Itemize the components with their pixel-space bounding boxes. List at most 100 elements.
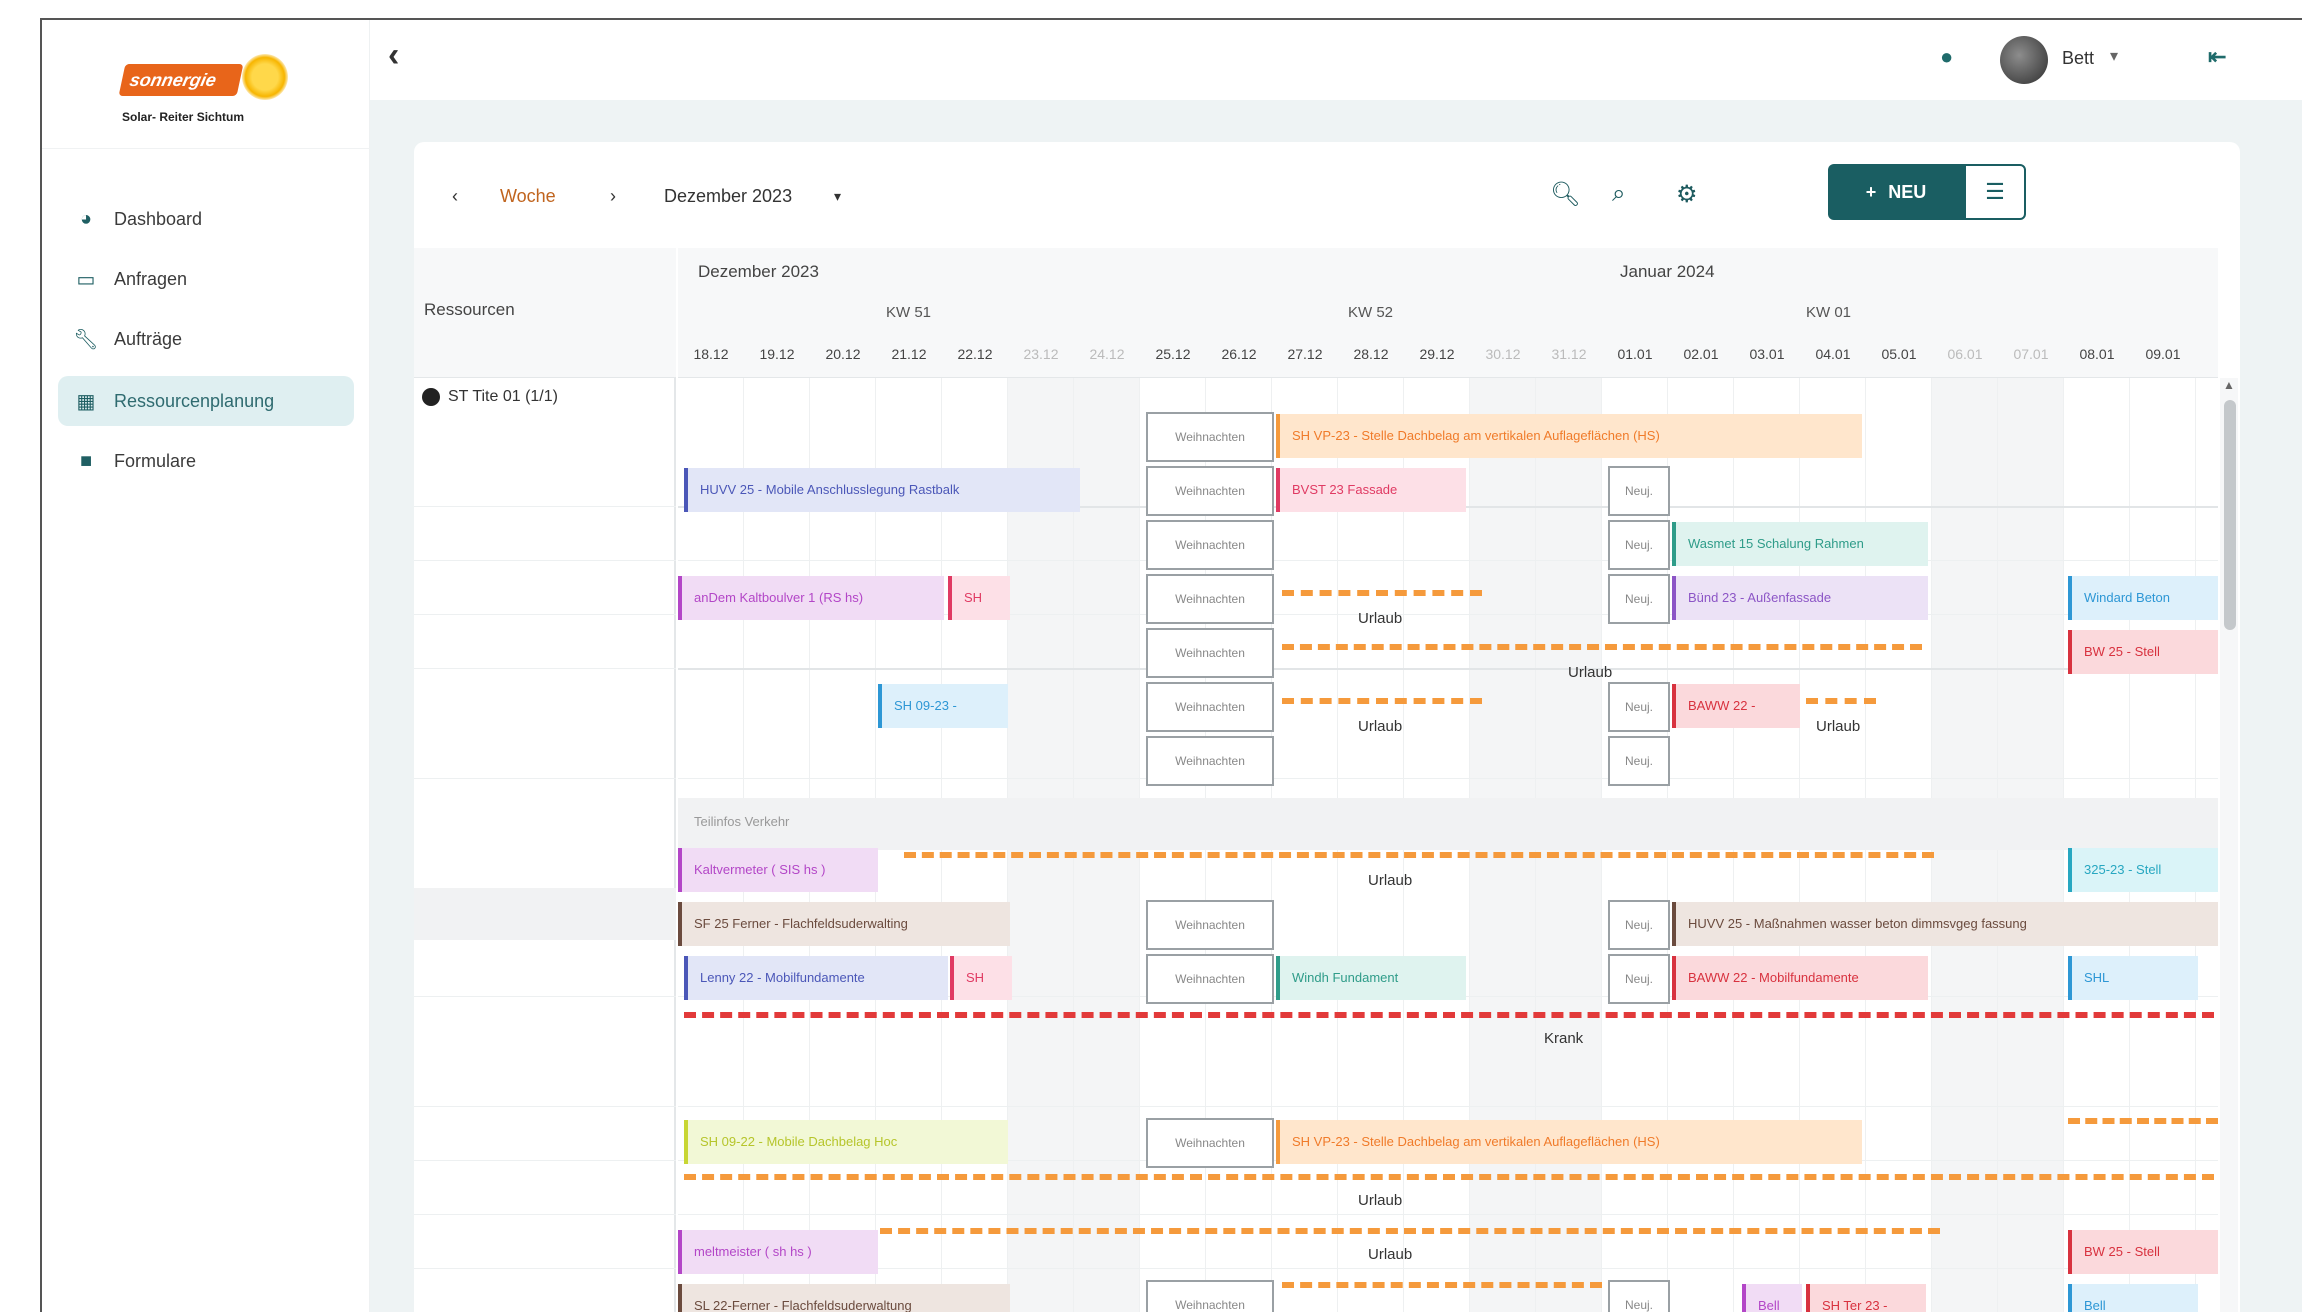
menu-icon[interactable]: ☰ [1964, 164, 2026, 220]
holiday-box[interactable]: Weihnachten [1146, 412, 1274, 462]
vertical-scrollbar[interactable]: ▲ [2220, 378, 2238, 1312]
event-bar[interactable]: BW 25 - Stell [2068, 630, 2218, 674]
event-bar[interactable]: SHL [2068, 956, 2198, 1000]
vacation-label: Urlaub [1358, 1192, 1403, 1209]
day-label: 08.01 [2079, 346, 2115, 362]
prev-button[interactable]: ‹ [452, 186, 458, 207]
inbox-icon: ▭ [76, 268, 96, 291]
vacation-marker[interactable] [880, 1228, 1940, 1234]
sidebar-item-auftraege[interactable]: 🔧︎ Aufträge [58, 314, 354, 364]
event-bar[interactable]: BW 25 - Stell [2068, 1230, 2218, 1274]
back-chevron-icon[interactable]: ‹ [388, 36, 399, 75]
sidebar-item-anfragen[interactable]: ▭ Anfragen [58, 254, 354, 304]
holiday-box[interactable]: Weihnachten [1146, 520, 1274, 570]
top-bar: ‹ ● Bett ▾ ⇤ [370, 20, 2302, 100]
holiday-box[interactable]: Weihnachten [1146, 628, 1274, 678]
zoom-in-icon[interactable]: 🔍︎ [1550, 180, 1580, 209]
vacation-marker[interactable] [2068, 1118, 2218, 1124]
event-bar[interactable]: 325-23 - Stell [2068, 848, 2218, 892]
chevron-down-icon[interactable]: ▾ [2110, 46, 2118, 66]
event-bar[interactable]: Lenny 22 - Mobilfundamente [684, 956, 948, 1000]
event-bar[interactable]: SH 09-22 - Mobile Dachbelag Hoc [684, 1120, 1008, 1164]
holiday-box[interactable]: Weihnachten [1146, 954, 1274, 1004]
event-bar[interactable]: SH Ter 23 - [1806, 1284, 1926, 1312]
holiday-box[interactable]: Weihnachten [1146, 574, 1274, 624]
day-label: 01.01 [1617, 346, 1653, 362]
holiday-box[interactable]: Weihnachten [1146, 900, 1274, 950]
user-name[interactable]: Bett [2062, 48, 2094, 69]
sidebar-item-label: Ressourcenplanung [114, 390, 275, 411]
holiday-box[interactable]: Weihnachten [1146, 466, 1274, 516]
row-divider [414, 506, 676, 507]
view-select[interactable]: Woche [500, 186, 556, 207]
sidebar-item-formulare[interactable]: ■ Formulare [58, 436, 354, 486]
holiday-box[interactable]: Neuj. [1608, 682, 1670, 732]
period-select[interactable]: Dezember 2023 [664, 186, 792, 207]
event-bar[interactable]: SH VP-23 - Stelle Dachbelag am vertikale… [1276, 414, 1862, 458]
new-button[interactable]: + NEU [1828, 164, 1964, 220]
vacation-marker[interactable] [904, 852, 1934, 858]
company-logo[interactable]: sonnergie Solar- Reiter Sichtum [118, 54, 292, 130]
event-bar[interactable]: Wasmet 15 Schalung Rahmen [1672, 522, 1928, 566]
row-divider [678, 1268, 2218, 1269]
vacation-marker[interactable] [1282, 590, 1482, 596]
holiday-box[interactable]: Neuj. [1608, 574, 1670, 624]
sick-marker[interactable] [684, 1012, 2214, 1018]
scrollbar-thumb[interactable] [2224, 400, 2236, 630]
holiday-box[interactable]: Neuj. [1608, 1280, 1670, 1312]
event-bar[interactable]: BAWW 22 - [1672, 684, 1800, 728]
day-label: 21.12 [891, 346, 927, 362]
day-label: 29.12 [1419, 346, 1455, 362]
event-bar[interactable]: Bünd 23 - Außenfassade [1672, 576, 1928, 620]
vacation-marker[interactable] [1282, 698, 1482, 704]
vacation-marker[interactable] [1282, 644, 1922, 650]
holiday-box[interactable]: Neuj. [1608, 466, 1670, 516]
event-bar[interactable]: BVST 23 Fassade [1276, 468, 1466, 512]
holiday-box[interactable]: Neuj. [1608, 954, 1670, 1004]
notification-icon[interactable]: ● [1940, 44, 1964, 72]
event-bar[interactable]: SH 09-23 - [878, 684, 1008, 728]
row-divider [414, 1160, 676, 1161]
event-bar[interactable]: Windh Fundament [1276, 956, 1466, 1000]
collapse-sidebar-icon[interactable]: ⇤ [2208, 44, 2226, 70]
holiday-box[interactable]: Weihnachten [1146, 736, 1274, 786]
holiday-box[interactable]: Neuj. [1608, 900, 1670, 950]
event-bar[interactable]: HUVV 25 - Mobile Anschlusslegung Rastbal… [684, 468, 1080, 512]
event-bar[interactable]: Bell [1742, 1284, 1802, 1312]
sidebar-item-dashboard[interactable]: ◕ Dashboard [58, 194, 354, 244]
holiday-box[interactable]: Weihnachten [1146, 682, 1274, 732]
event-bar[interactable]: meltmeister ( sh hs ) [678, 1230, 878, 1274]
event-bar[interactable]: SL 22-Ferner - Flachfeldsuderwaltung [678, 1284, 1010, 1312]
event-bar[interactable]: SH [948, 576, 1010, 620]
avatar[interactable] [2000, 36, 2048, 84]
day-label: 26.12 [1221, 346, 1257, 362]
event-bar[interactable]: HUVV 25 - Maßnahmen wasser beton dimmsvg… [1672, 902, 2218, 946]
event-bar[interactable]: SH [950, 956, 1012, 1000]
resource-column: Ressourcen ST Tite 01 (1/1) [414, 248, 676, 1312]
event-bar[interactable]: Windard Beton [2068, 576, 2218, 620]
vacation-marker[interactable] [1282, 1282, 1602, 1288]
scroll-up-icon[interactable]: ▲ [2223, 378, 2235, 392]
holiday-box[interactable]: Neuj. [1608, 520, 1670, 570]
zoom-out-icon[interactable]: ⌕ [1612, 180, 1625, 208]
event-bar[interactable]: BAWW 22 - Mobilfundamente [1672, 956, 1928, 1000]
logo-tagline: Solar- Reiter Sichtum [122, 110, 245, 124]
sidebar-item-label: Formulare [114, 450, 197, 471]
vacation-marker[interactable] [1806, 698, 1876, 704]
next-button[interactable]: › [610, 186, 616, 207]
holiday-box[interactable]: Weihnachten [1146, 1118, 1274, 1168]
chevron-down-icon[interactable]: ▾ [834, 188, 841, 205]
holiday-box[interactable]: Neuj. [1608, 736, 1670, 786]
gear-icon[interactable]: ⚙ [1676, 180, 1698, 209]
holiday-box[interactable]: Weihnachten [1146, 1280, 1274, 1312]
sidebar-item-ressourcenplanung[interactable]: ▦ Ressourcenplanung [58, 376, 354, 426]
event-bar[interactable]: Kaltvermeter ( SIS hs ) [678, 848, 878, 892]
event-bar[interactable]: Bell [2068, 1284, 2198, 1312]
vacation-label: Urlaub [1358, 718, 1403, 735]
vacation-label: Urlaub [1358, 610, 1403, 627]
resource-row[interactable]: ST Tite 01 (1/1) [422, 388, 558, 406]
event-bar[interactable]: SF 25 Ferner - Flachfeldsuderwalting [678, 902, 1010, 946]
event-bar[interactable]: SH VP-23 - Stelle Dachbelag am vertikale… [1276, 1120, 1862, 1164]
event-bar[interactable]: anDem Kaltboulver 1 (RS hs) [678, 576, 944, 620]
vacation-marker[interactable] [684, 1174, 2214, 1180]
